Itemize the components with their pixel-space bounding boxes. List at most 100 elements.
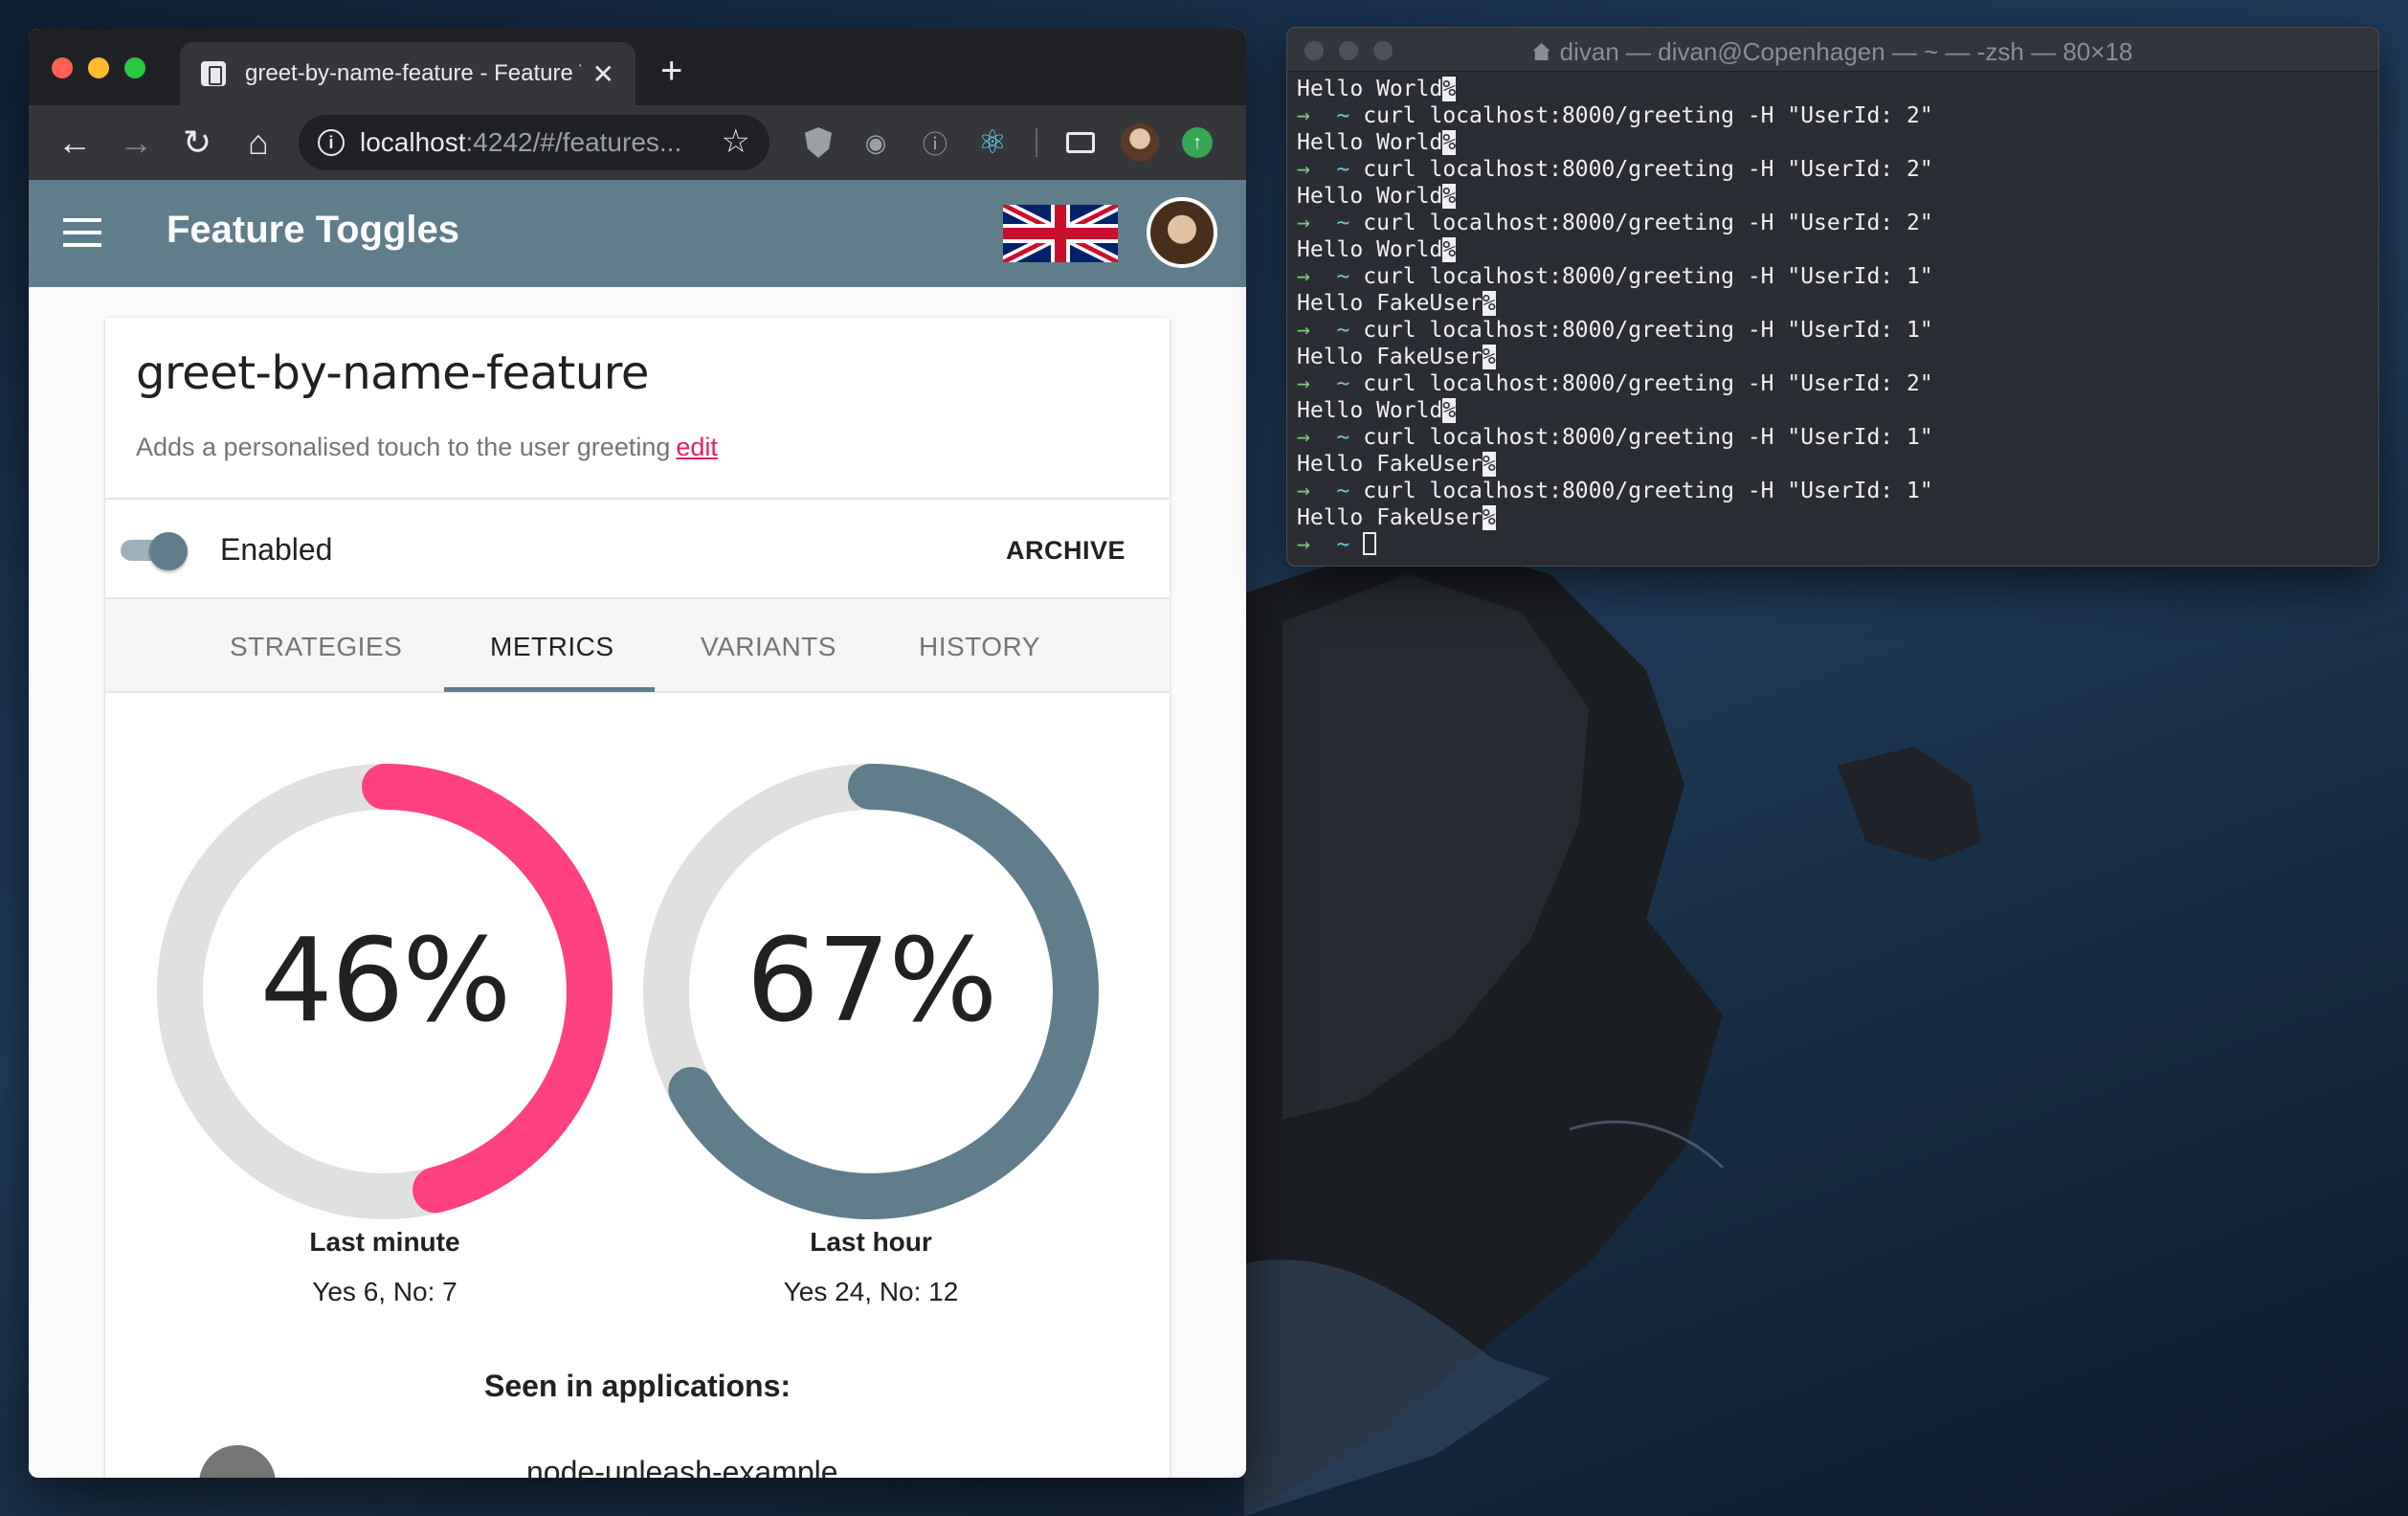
- terminal-window: divan — divan@Copenhagen — ~ — -zsh — 80…: [1286, 27, 2379, 567]
- tab-metrics[interactable]: METRICS: [490, 632, 614, 662]
- terminal-output-text: Hello FakeUser: [1297, 345, 1483, 369]
- prompt-directory: ~: [1336, 211, 1364, 235]
- no-newline-marker: %: [1442, 398, 1457, 423]
- feature-description: Adds a personalised touch to the user gr…: [136, 433, 1139, 462]
- terminal-title: divan — divan@Copenhagen — ~ — -zsh — 80…: [1287, 37, 2378, 67]
- terminal-command: curl localhost:8000/greeting -H "UserId:…: [1363, 371, 1933, 396]
- terminal-line: Hello World%: [1297, 129, 2378, 156]
- application-icon: [199, 1445, 276, 1478]
- zoom-window-button[interactable]: [124, 57, 145, 78]
- terminal-line: → ~ curl localhost:8000/greeting -H "Use…: [1297, 156, 2378, 183]
- no-newline-marker: %: [1442, 130, 1457, 155]
- app-title: Feature Toggles: [167, 209, 459, 251]
- url-path: :4242/#/features...: [465, 127, 682, 157]
- browser-profile-avatar[interactable]: [1120, 123, 1160, 163]
- uk-flag-icon[interactable]: [1003, 205, 1118, 262]
- new-tab-button[interactable]: +: [660, 50, 682, 93]
- privacy-extension-icon[interactable]: ◉: [856, 123, 896, 163]
- prompt-arrow-icon: →: [1297, 157, 1337, 182]
- terminal-output-text: Hello World: [1297, 184, 1443, 209]
- terminal-title-text: divan — divan@Copenhagen — ~ — -zsh — 80…: [1559, 37, 2133, 66]
- prompt-directory: ~: [1336, 532, 1364, 557]
- toggle-thumb: [149, 532, 188, 570]
- seen-in-applications-heading: Seen in applications:: [483, 1369, 792, 1403]
- prompt-directory: ~: [1336, 157, 1364, 182]
- gauge-detail: Yes 24, No: 12: [783, 1277, 959, 1306]
- feature-card: greet-by-name-feature Adds a personalise…: [105, 318, 1170, 1478]
- feature-tabs: STRATEGIES METRICS VARIANTS HISTORY: [105, 599, 1170, 693]
- url-host: localhost: [360, 127, 466, 157]
- back-button[interactable]: ←: [48, 116, 101, 169]
- prompt-arrow-icon: →: [1297, 318, 1337, 343]
- no-newline-marker: %: [1482, 452, 1496, 477]
- update-icon[interactable]: ↑: [1177, 123, 1217, 163]
- page-favicon-icon: [201, 61, 226, 86]
- feature-status-row: Enabled ARCHIVE: [105, 500, 1170, 599]
- prompt-arrow-icon: →: [1297, 532, 1337, 557]
- no-newline-marker: %: [1482, 505, 1496, 530]
- tab-variants[interactable]: VARIANTS: [701, 632, 836, 662]
- application-name[interactable]: node-unleash-example: [526, 1455, 838, 1478]
- terminal-line: Hello World%: [1297, 76, 2378, 102]
- feature-header: greet-by-name-feature Adds a personalise…: [105, 318, 1170, 500]
- reload-button[interactable]: ↻: [170, 116, 224, 169]
- terminal-line: → ~: [1297, 531, 2378, 558]
- minimize-window-button[interactable]: [88, 57, 109, 78]
- prompt-directory: ~: [1336, 479, 1364, 503]
- terminal-command: curl localhost:8000/greeting -H "UserId:…: [1363, 211, 1933, 235]
- edit-description-link[interactable]: edit: [676, 433, 718, 461]
- enabled-toggle[interactable]: [121, 532, 188, 570]
- prompt-arrow-icon: →: [1297, 479, 1337, 503]
- hamburger-menu-icon[interactable]: [63, 218, 101, 247]
- terminal-line: → ~ curl localhost:8000/greeting -H "Use…: [1297, 263, 2378, 290]
- terminal-output-text: Hello FakeUser: [1297, 291, 1483, 316]
- forward-button[interactable]: →: [109, 116, 163, 169]
- no-newline-marker: %: [1442, 184, 1457, 209]
- browser-tab-bar: greet-by-name-feature - Feature Toggles …: [29, 29, 1246, 105]
- prompt-arrow-icon: →: [1297, 264, 1337, 289]
- home-button[interactable]: ⌂: [232, 116, 285, 169]
- prompt-directory: ~: [1336, 318, 1364, 343]
- no-newline-marker: %: [1482, 345, 1496, 369]
- terminal-output-text: Hello World: [1297, 398, 1443, 423]
- app-header: Feature Toggles: [29, 180, 1246, 287]
- ublock-extension-icon[interactable]: [798, 123, 838, 163]
- terminal-command: curl localhost:8000/greeting -H "UserId:…: [1363, 103, 1933, 128]
- terminal-line: Hello FakeUser%: [1297, 451, 2378, 478]
- close-window-button[interactable]: [52, 57, 73, 78]
- terminal-output[interactable]: Hello World% → ~ curl localhost:8000/gree…: [1287, 72, 2378, 558]
- prompt-directory: ~: [1336, 103, 1364, 128]
- terminal-output-text: Hello World: [1297, 77, 1443, 101]
- terminal-output-text: Hello FakeUser: [1297, 452, 1483, 477]
- terminal-line: → ~ curl localhost:8000/greeting -H "Use…: [1297, 102, 2378, 129]
- prompt-arrow-icon: →: [1297, 371, 1337, 396]
- terminal-line: → ~ curl localhost:8000/greeting -H "Use…: [1297, 478, 2378, 504]
- archive-button[interactable]: ARCHIVE: [1006, 536, 1126, 566]
- close-tab-icon[interactable]: ✕: [592, 58, 614, 90]
- terminal-line: Hello World%: [1297, 236, 2378, 263]
- prompt-arrow-icon: →: [1297, 103, 1337, 128]
- tab-strategies[interactable]: STRATEGIES: [230, 632, 402, 662]
- terminal-command: curl localhost:8000/greeting -H "UserId:…: [1363, 318, 1933, 343]
- terminal-line: Hello FakeUser%: [1297, 344, 2378, 370]
- browser-tab[interactable]: greet-by-name-feature - Feature Toggles …: [180, 42, 635, 105]
- terminal-line: → ~ curl localhost:8000/greeting -H "Use…: [1297, 317, 2378, 344]
- prompt-directory: ~: [1336, 371, 1364, 396]
- user-avatar[interactable]: [1147, 197, 1217, 268]
- site-info-icon[interactable]: i: [318, 129, 345, 156]
- terminal-command: curl localhost:8000/greeting -H "UserId:…: [1363, 264, 1933, 289]
- tab-history[interactable]: HISTORY: [919, 632, 1040, 662]
- gauge-last-hour: 67% Last hour Yes 24, No: 12: [641, 762, 1101, 1307]
- browser-toolbar: ← → ↻ ⌂ i localhost:4242/#/features... ☆…: [29, 105, 1246, 180]
- info-extension-icon[interactable]: ⓘ: [915, 123, 955, 163]
- cast-icon[interactable]: [1060, 123, 1101, 163]
- react-devtools-icon[interactable]: ⚛: [972, 123, 1013, 163]
- terminal-output-text: Hello FakeUser: [1297, 505, 1483, 530]
- gauge-percent: 46%: [259, 915, 512, 1048]
- tab-title: greet-by-name-feature - Feature Toggles: [245, 60, 581, 86]
- terminal-line: → ~ curl localhost:8000/greeting -H "Use…: [1297, 424, 2378, 451]
- bookmark-star-icon[interactable]: ☆: [722, 123, 750, 161]
- address-bar[interactable]: i localhost:4242/#/features... ☆: [299, 115, 769, 170]
- prompt-arrow-icon: →: [1297, 211, 1337, 235]
- active-tab-indicator: [444, 687, 655, 692]
